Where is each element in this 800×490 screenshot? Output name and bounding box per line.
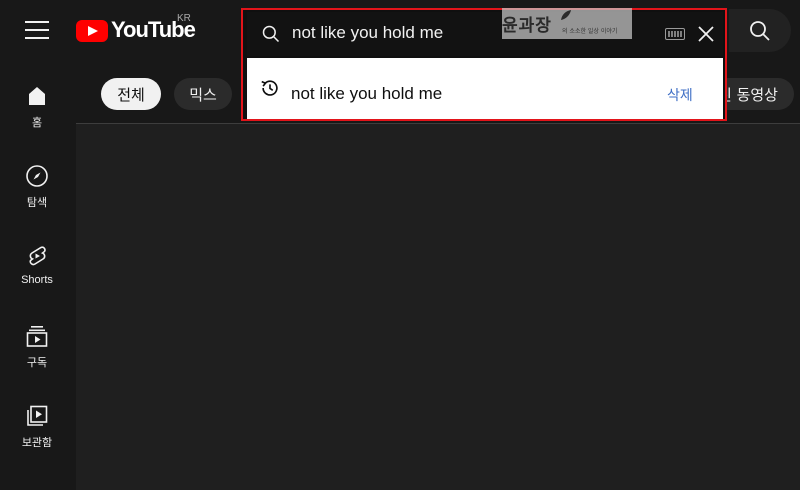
nav-item-home[interactable]: 홈: [0, 84, 74, 154]
nav-item-subscriptions[interactable]: 구독: [0, 324, 74, 394]
chip-all[interactable]: 전체: [101, 78, 161, 110]
nav-item-label: 홈: [31, 117, 43, 129]
menu-icon[interactable]: [22, 18, 52, 42]
region-code: KR: [177, 13, 191, 24]
nav-item-label: 탐색: [26, 197, 48, 209]
nav-item-explore[interactable]: 탐색: [0, 164, 74, 234]
home-icon: [29, 87, 45, 105]
search-icon: [750, 20, 770, 41]
nav-item-label: Shorts: [21, 274, 53, 286]
nav-item-shorts[interactable]: Shorts: [0, 244, 74, 314]
subscriptions-icon: [26, 326, 48, 347]
shorts-icon: [29, 246, 46, 266]
search-input[interactable]: not like you hold me: [292, 23, 443, 43]
remove-history-link[interactable]: 삭제: [667, 85, 693, 105]
history-icon: [261, 80, 278, 96]
search-button[interactable]: [729, 9, 791, 52]
watermark-subtitle: 의 소소한 일상 이야기: [562, 28, 618, 35]
play-logo-icon: [76, 20, 108, 42]
search-icon: [262, 25, 280, 43]
nav-item-label: 보관함: [21, 437, 53, 449]
search-field[interactable]: not like you hold me: [247, 12, 723, 56]
leaf-icon: [561, 10, 571, 20]
chip-mix[interactable]: 믹스: [174, 78, 232, 110]
nav-item-label: 구독: [26, 357, 48, 369]
guide-sidebar: 홈 탐색 Shorts 구독 보관함: [0, 60, 74, 490]
watermark-title: 윤과장: [502, 16, 552, 36]
watermark: 윤과장 의 소소한 일상 이야기: [502, 8, 632, 39]
suggestion-text: not like you hold me: [291, 84, 443, 103]
library-icon: [27, 405, 48, 426]
keyboard-icon[interactable]: [665, 28, 685, 40]
close-icon[interactable]: [695, 23, 717, 45]
search-dropdown-highlight: not like you hold me not like you hold m…: [241, 8, 727, 121]
content-area: [76, 124, 800, 490]
search-suggestions: not like you hold me 삭제: [247, 58, 723, 119]
nav-item-library[interactable]: 보관함: [0, 404, 74, 474]
suggestion-item[interactable]: not like you hold me 삭제: [247, 58, 723, 119]
compass-icon: [26, 165, 48, 187]
